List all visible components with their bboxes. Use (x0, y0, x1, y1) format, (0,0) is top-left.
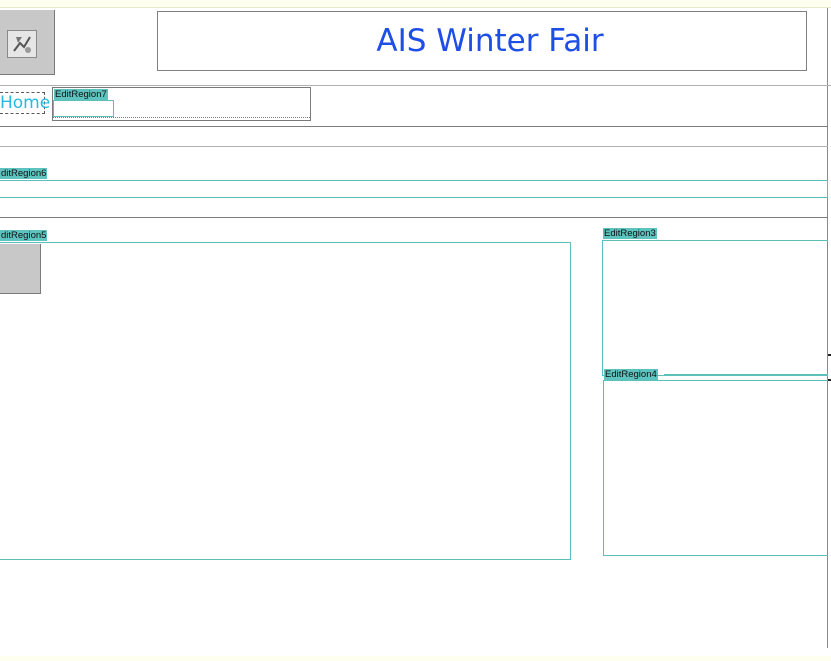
logo-image-placeholder[interactable] (0, 10, 55, 75)
design-canvas: AIS Winter Fair Home EditRegion7 ditRegi… (0, 0, 831, 661)
edit-region-5[interactable] (0, 242, 571, 560)
title-box: AIS Winter Fair (157, 11, 807, 71)
nav-dotted-border (53, 117, 310, 118)
page-title: AIS Winter Fair (376, 23, 604, 59)
content-divider (0, 217, 828, 218)
edit-region-6[interactable] (0, 180, 828, 198)
edit-region-3[interactable] (602, 240, 828, 376)
broken-image-icon (7, 30, 37, 58)
edit-region-5-tab[interactable]: ditRegion5 (0, 230, 48, 241)
edit-region-3-tab[interactable]: EditRegion3 (603, 228, 657, 239)
page-layout: AIS Winter Fair Home EditRegion7 ditRegi… (0, 7, 831, 656)
edit-region-7-tab[interactable]: EditRegion7 (54, 89, 108, 100)
edit-region-4-top-line (664, 374, 828, 375)
content-image-placeholder[interactable] (0, 244, 41, 294)
edit-region-6-tab[interactable]: ditRegion6 (0, 168, 48, 179)
nav-divider (0, 126, 828, 127)
header-divider (0, 85, 831, 86)
home-link[interactable]: Home (0, 92, 50, 114)
edit-region-4-tab[interactable]: EditRegion4 (604, 369, 658, 380)
edit-region-7[interactable] (53, 100, 114, 117)
edit-region-4[interactable] (603, 380, 828, 556)
section-divider-light (0, 146, 828, 147)
